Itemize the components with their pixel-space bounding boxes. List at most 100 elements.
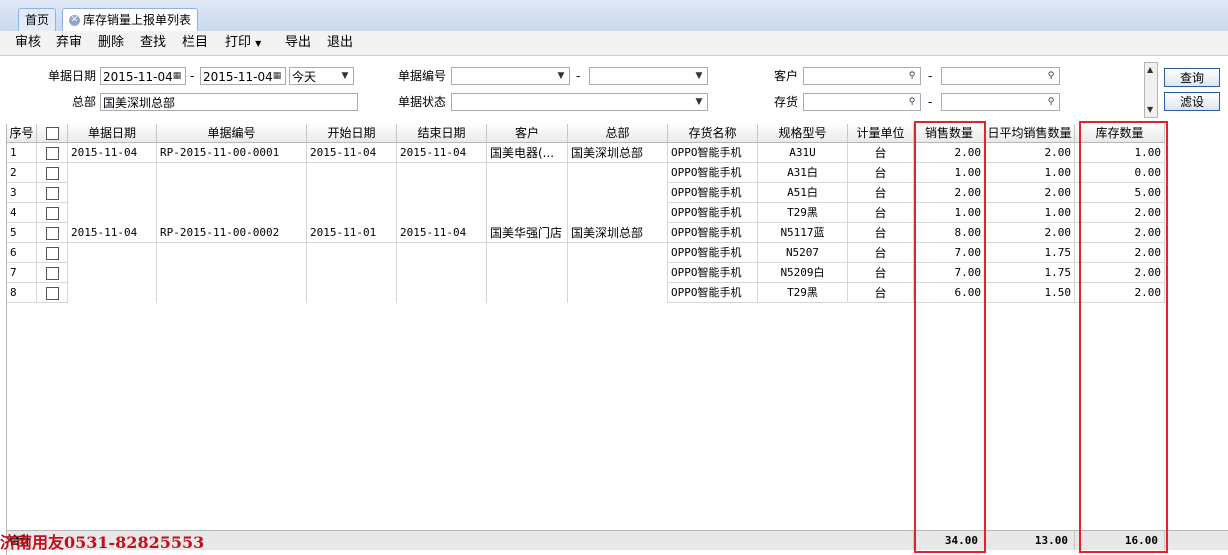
search-icon[interactable]: ⚲ (905, 69, 919, 83)
cell-unit: 台 (848, 283, 914, 303)
select-all-checkbox[interactable] (45, 127, 59, 140)
date-to-input[interactable]: 2015-11-04 ▦ (200, 67, 286, 85)
doc-no-to-select[interactable]: ▼ (589, 67, 708, 85)
chevron-down-icon[interactable]: ▼ (338, 69, 352, 83)
unapprove-button[interactable]: 弃审 (56, 34, 82, 52)
scroll-up-icon[interactable]: ▲ (1147, 65, 1153, 75)
customer-to-input[interactable]: ⚲ (941, 67, 1060, 85)
col-header-customer[interactable]: 客户 (487, 124, 568, 143)
col-header-doc-no[interactable]: 单据编号 (157, 124, 307, 143)
approve-button[interactable]: 审核 (15, 34, 41, 52)
stock-label: 存货 (773, 95, 798, 109)
chevron-down-icon[interactable]: ▼ (692, 95, 706, 109)
col-header-doc-date[interactable]: 单据日期 (68, 124, 157, 143)
col-header-select[interactable] (37, 124, 68, 143)
search-icon[interactable]: ⚲ (1044, 69, 1058, 83)
scroll-down-icon[interactable]: ▼ (1147, 105, 1153, 115)
calendar-icon[interactable]: ▦ (170, 69, 184, 83)
col-header-unit[interactable]: 计量单位 (848, 124, 914, 143)
chevron-down-icon[interactable]: ▼ (692, 69, 706, 83)
cell-chk[interactable] (37, 223, 68, 243)
date-from-input[interactable]: 2015-11-04 ▦ (100, 67, 186, 85)
cell-chk[interactable] (37, 183, 68, 203)
stock-dash: - (928, 95, 933, 109)
row-checkbox[interactable] (45, 266, 59, 280)
col-header-spec[interactable]: 规格型号 (758, 124, 848, 143)
col-header-start-date[interactable]: 开始日期 (307, 124, 397, 143)
close-icon[interactable]: ✕ (69, 15, 80, 26)
query-button[interactable]: 查询 (1164, 68, 1220, 87)
row-checkbox[interactable] (45, 186, 59, 200)
row-checkbox[interactable] (45, 146, 59, 160)
date-to-value: 2015-11-04 (203, 70, 273, 84)
cell-avg: 2.00 (985, 183, 1075, 203)
cell-chk[interactable] (37, 143, 68, 163)
cell-spec: N5117蓝 (758, 223, 848, 243)
tab-bar: 首页 ✕ 库存销量上报单列表 (0, 0, 1228, 32)
cell-end: 2015-11-04 (397, 223, 487, 243)
row-checkbox[interactable] (45, 206, 59, 220)
col-header-stock-qty[interactable]: 库存数量 (1075, 124, 1165, 143)
search-icon[interactable]: ⚲ (905, 95, 919, 109)
hq-input[interactable]: 国美深圳总部 (100, 93, 358, 111)
doc-status-select[interactable]: ▼ (451, 93, 708, 111)
cell-docdate (68, 243, 157, 263)
cell-no: 8 (7, 283, 37, 303)
cell-hq: 国美深圳总部 (568, 223, 668, 243)
row-checkbox[interactable] (45, 166, 59, 180)
watermark-text: 济南用友0531-82825553 (0, 533, 205, 552)
customer-from-input[interactable]: ⚲ (803, 67, 921, 85)
print-button[interactable]: 打印 ▼ (225, 34, 261, 53)
cell-start (307, 283, 397, 303)
filter-settings-button[interactable]: 滤设 (1164, 92, 1220, 111)
cell-chk[interactable] (37, 203, 68, 223)
cell-chk[interactable] (37, 263, 68, 283)
tab-inventory-report-list-label: 库存销量上报单列表 (83, 13, 192, 27)
cell-docno (157, 283, 307, 303)
cell-stock: 0.00 (1075, 163, 1165, 183)
columns-button[interactable]: 栏目 (182, 34, 208, 52)
row-checkbox[interactable] (45, 246, 59, 260)
cell-avg: 1.50 (985, 283, 1075, 303)
cell-item: OPPO智能手机 (668, 223, 758, 243)
col-header-end-date[interactable]: 结束日期 (397, 124, 487, 143)
delete-button[interactable]: 删除 (98, 34, 124, 52)
date-range-select[interactable]: 今天 ▼ (289, 67, 354, 85)
filter-scrollbar[interactable]: ▲ ▼ (1144, 62, 1158, 118)
cell-spec: A31白 (758, 163, 848, 183)
calendar-icon[interactable]: ▦ (270, 69, 284, 83)
cell-docdate: 2015-11-04 (68, 223, 157, 243)
search-icon[interactable]: ⚲ (1044, 95, 1058, 109)
cell-chk[interactable] (37, 243, 68, 263)
cell-customer (487, 163, 568, 183)
chevron-down-icon[interactable]: ▼ (554, 69, 568, 83)
export-button[interactable]: 导出 (285, 34, 311, 52)
col-header-item[interactable]: 存货名称 (668, 124, 758, 143)
cell-avg: 1.75 (985, 263, 1075, 283)
cell-chk[interactable] (37, 163, 68, 183)
tab-inventory-report-list[interactable]: ✕ 库存销量上报单列表 (62, 8, 199, 32)
col-header-sales-qty[interactable]: 销售数量 (914, 124, 985, 143)
cell-end (397, 263, 487, 283)
tab-home[interactable]: 首页 (18, 8, 57, 31)
row-checkbox[interactable] (45, 226, 59, 240)
doc-no-from-select[interactable]: ▼ (451, 67, 570, 85)
find-button[interactable]: 查找 (140, 34, 166, 52)
stock-to-input[interactable]: ⚲ (941, 93, 1060, 111)
exit-button[interactable]: 退出 (327, 34, 353, 52)
row-checkbox[interactable] (45, 286, 59, 300)
cell-stock: 2.00 (1075, 283, 1165, 303)
cell-chk[interactable] (37, 283, 68, 303)
cell-sales: 8.00 (914, 223, 985, 243)
cell-customer (487, 283, 568, 303)
cell-docdate (68, 283, 157, 303)
col-header-seq[interactable]: 序号 (7, 124, 37, 143)
cell-hq (568, 163, 668, 183)
col-header-hq[interactable]: 总部 (568, 124, 668, 143)
toolbar: 审核 弃审 删除 查找 栏目 打印 ▼ 导出 退出 (0, 31, 1228, 56)
cell-item: OPPO智能手机 (668, 183, 758, 203)
stock-from-input[interactable]: ⚲ (803, 93, 921, 111)
cell-sales: 6.00 (914, 283, 985, 303)
cell-unit: 台 (848, 263, 914, 283)
col-header-avg-sales[interactable]: 日平均销售数量 (985, 124, 1075, 143)
